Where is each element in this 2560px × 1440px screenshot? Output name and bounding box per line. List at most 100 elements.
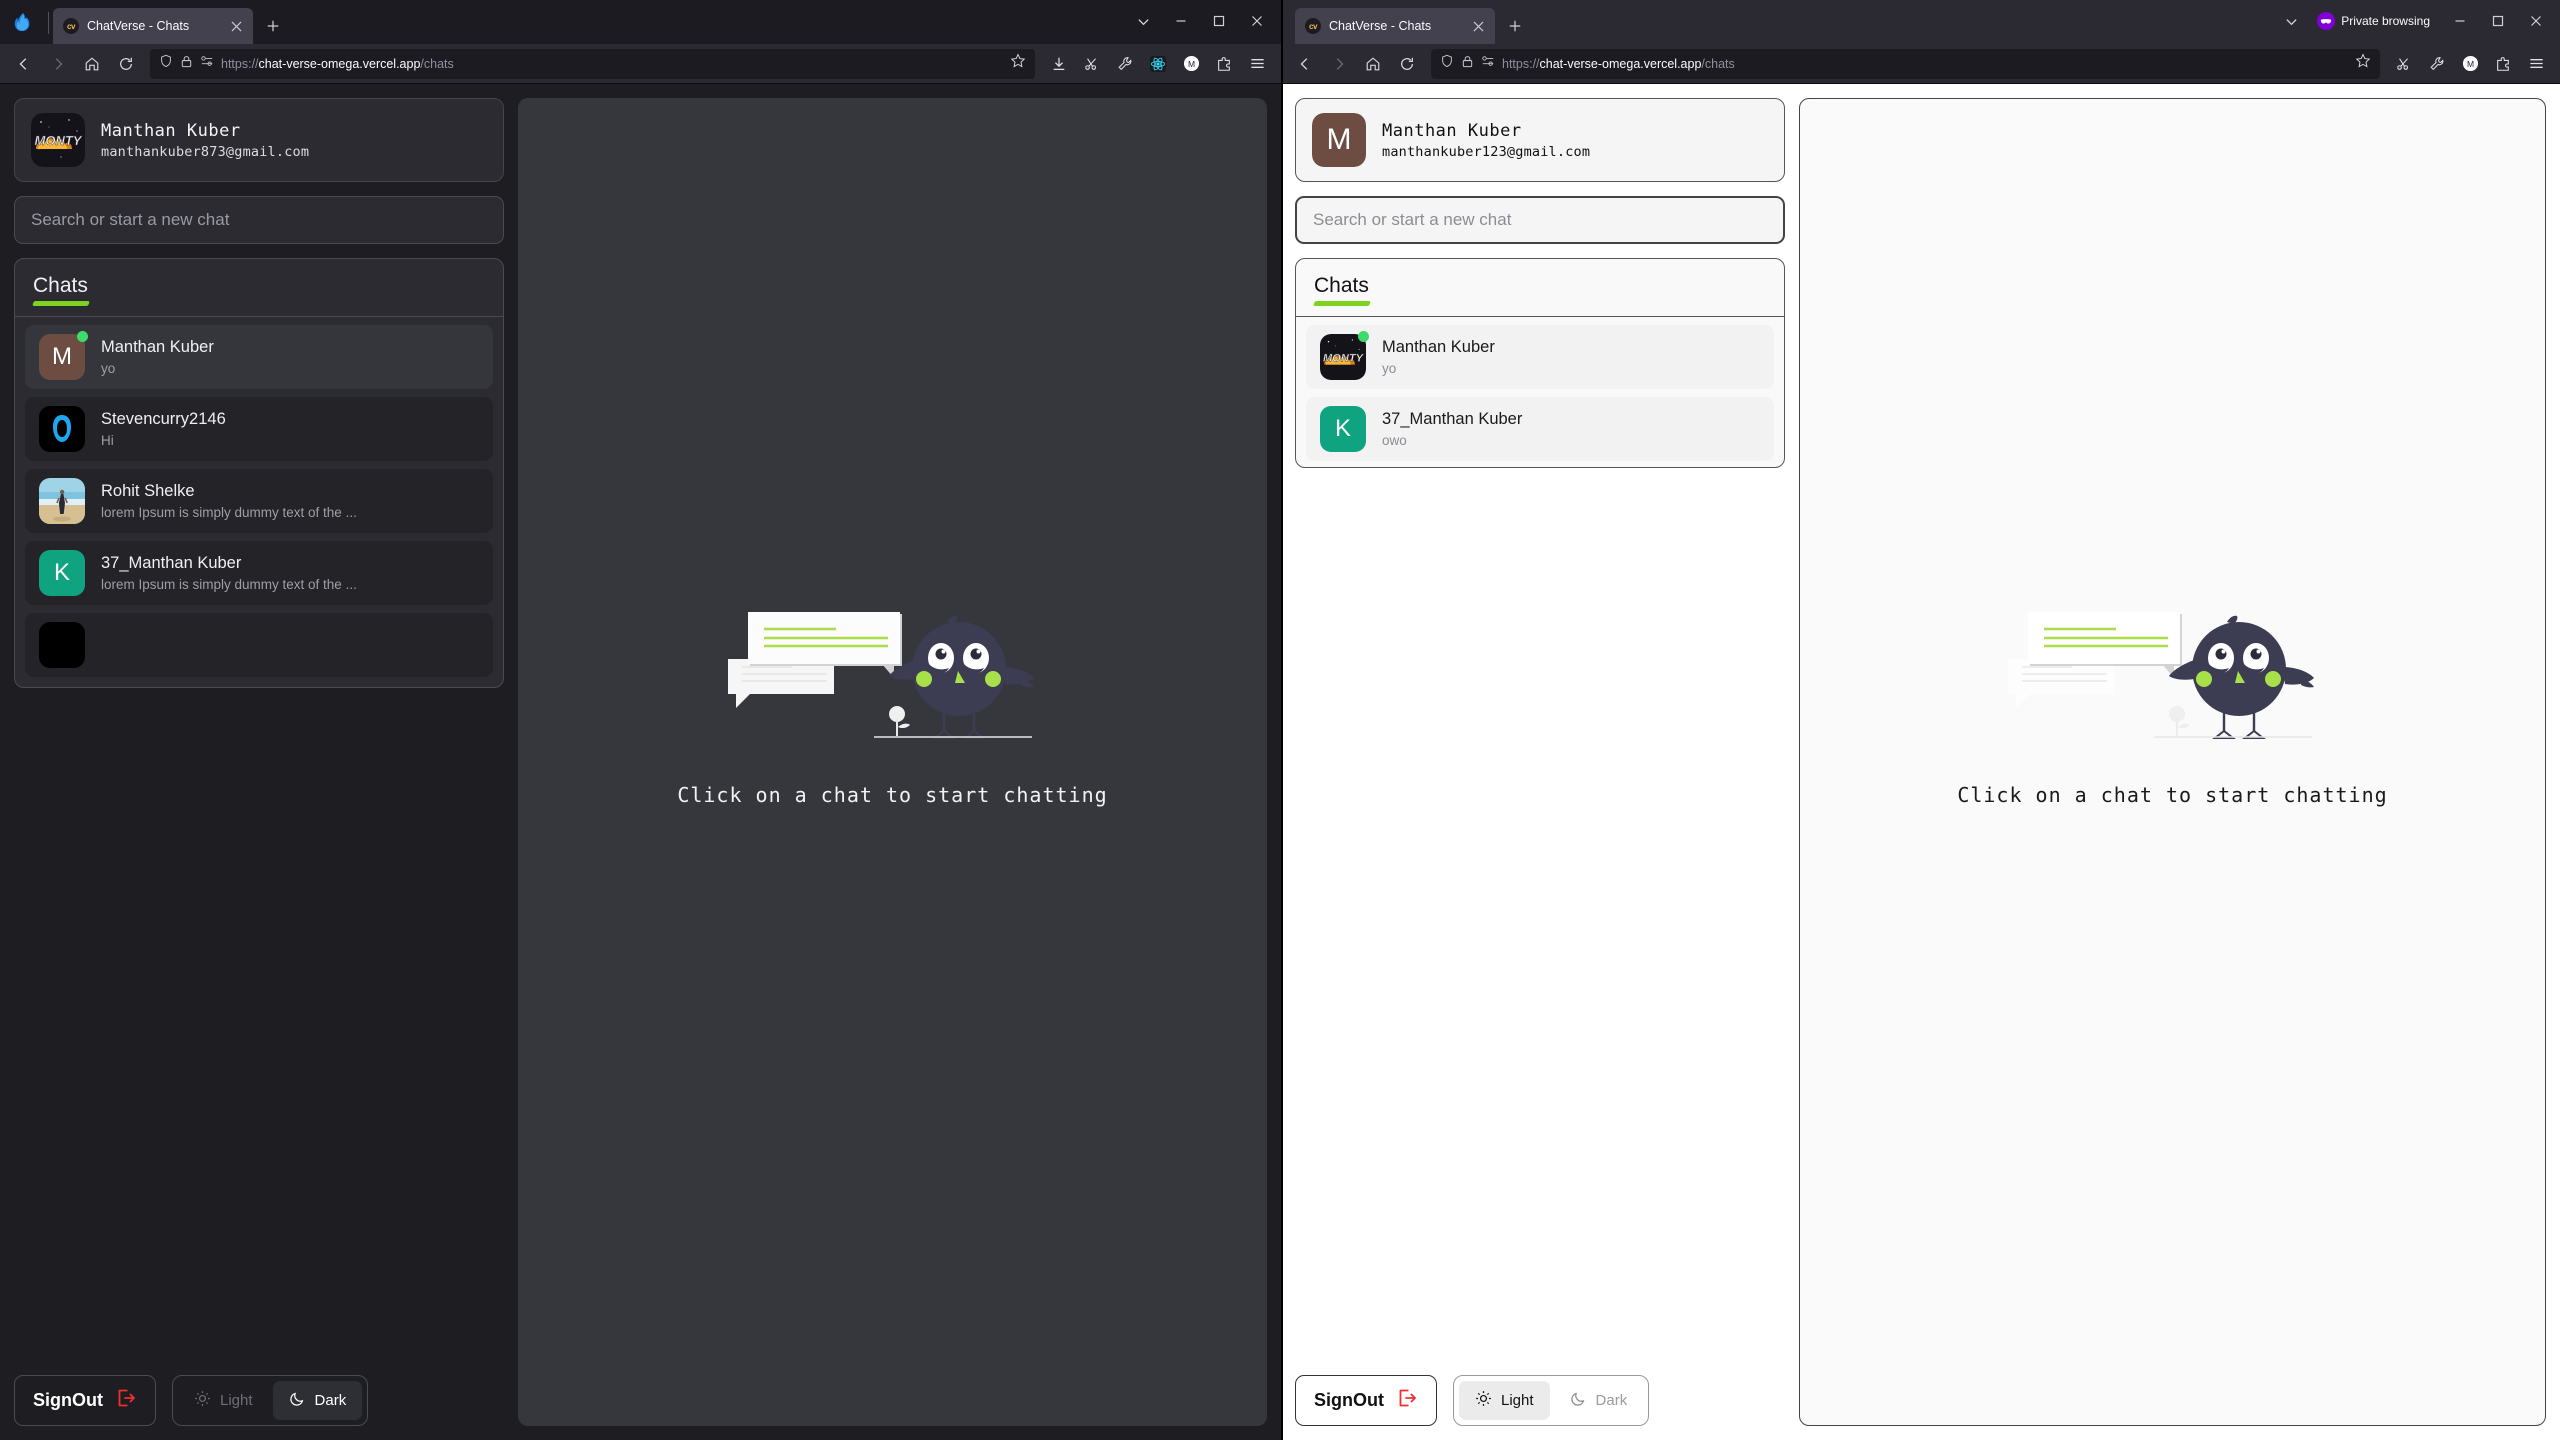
wrench-icon[interactable] — [2421, 48, 2453, 80]
chats-header: Chats — [15, 259, 503, 317]
signout-button[interactable]: SignOut — [14, 1375, 156, 1426]
reload-button-icon[interactable] — [1391, 48, 1423, 80]
theme-toggle: Light Dark — [1453, 1375, 1650, 1426]
back-button-icon[interactable] — [8, 48, 40, 80]
new-tab-button[interactable] — [1501, 12, 1529, 40]
profile-name: Manthan Kuber — [101, 120, 241, 141]
avatar — [39, 622, 85, 668]
chat-list-item[interactable]: K 37_Manthan Kuber owo — [1306, 397, 1774, 461]
maximize-button[interactable] — [1201, 6, 1237, 36]
avatar: M — [39, 331, 88, 380]
minimize-button[interactable] — [1163, 6, 1199, 36]
chatverse-app-light: M Manthan Kuber manthankuber123@gmail.co… — [1281, 84, 2560, 1440]
tab-list-chevron-down-icon[interactable] — [2273, 6, 2309, 36]
avatar: M — [1312, 113, 1366, 167]
chat-list-item[interactable]: K 37_Manthan Kuber lorem Ipsum is simply… — [25, 541, 493, 605]
chat-preview: yo — [101, 361, 116, 376]
empty-state-text: Click on a chat to start chatting — [1957, 783, 2388, 807]
tab-strip-right: cv ChatVerse - Chats Private browsing — [1281, 0, 2560, 44]
avatar — [39, 406, 85, 452]
search-input[interactable]: Search or start a new chat — [14, 196, 504, 244]
sidebar-left: MONTY Manthan Kuber manthankuber873@gmai… — [14, 98, 504, 1426]
lock-icon[interactable] — [180, 55, 193, 73]
signout-button[interactable]: SignOut — [1295, 1375, 1437, 1426]
chat-preview: owo — [1382, 433, 1407, 448]
profile-card[interactable]: MONTY Manthan Kuber manthankuber873@gmai… — [14, 98, 504, 182]
avatar — [39, 478, 85, 524]
logout-icon — [1396, 1387, 1418, 1414]
react-devtools-icon[interactable] — [1142, 48, 1174, 80]
minimize-button[interactable] — [2442, 6, 2478, 36]
avatar-initial: M — [1312, 113, 1366, 167]
permissions-icon[interactable] — [1481, 54, 1495, 73]
browser-window-right-private: cv ChatVerse - Chats Private browsing ht… — [1281, 0, 2560, 1440]
address-bar[interactable]: https://chat-verse-omega.vercel.app/chat… — [150, 48, 1035, 79]
lock-icon[interactable] — [1461, 55, 1474, 73]
maximize-button[interactable] — [2480, 6, 2516, 36]
chats-panel: Chats MONTY Manthan Kuber yo K 37_Mantha… — [1295, 258, 1785, 468]
search-input[interactable]: Search or start a new chat — [1295, 196, 1785, 244]
browser-window-left: cv ChatVerse - Chats https://chat-verse-… — [0, 0, 1281, 1440]
theme-option-light[interactable]: Light — [178, 1381, 269, 1420]
app-menu-icon[interactable] — [1241, 48, 1273, 80]
chat-list-item[interactable]: Stevencurry2146 Hi — [25, 397, 493, 461]
back-button-icon[interactable] — [1289, 48, 1321, 80]
chat-list-item[interactable]: M Manthan Kuber yo — [25, 325, 493, 389]
avatar-image — [39, 622, 85, 668]
chat-list-item[interactable] — [25, 613, 493, 677]
chat-list-item[interactable]: Rohit Shelke lorem Ipsum is simply dummy… — [25, 469, 493, 533]
browser-tab[interactable]: cv ChatVerse - Chats — [53, 8, 253, 44]
avatar-initial: M — [39, 334, 85, 380]
chats-title: Chats — [33, 274, 88, 306]
theme-option-light[interactable]: Light — [1459, 1381, 1550, 1420]
account-avatar-icon[interactable]: M — [2454, 48, 2486, 80]
chat-list[interactable]: MONTY Manthan Kuber yo K 37_Manthan Kube… — [1296, 317, 1784, 467]
new-tab-button[interactable] — [259, 12, 287, 40]
extension-icon[interactable] — [1208, 48, 1240, 80]
theme-option-light-label: Light — [220, 1392, 253, 1409]
profile-card[interactable]: M Manthan Kuber manthankuber123@gmail.co… — [1295, 98, 1785, 182]
tab-close-icon[interactable] — [1469, 17, 1487, 35]
downloads-icon[interactable] — [1043, 48, 1075, 80]
bookmark-star-icon[interactable] — [2355, 53, 2371, 74]
account-avatar-icon[interactable]: M — [1175, 48, 1207, 80]
home-button-icon[interactable] — [76, 48, 108, 80]
reload-button-icon[interactable] — [110, 48, 142, 80]
theme-option-dark[interactable]: Dark — [1554, 1381, 1644, 1420]
shield-icon[interactable] — [1440, 54, 1454, 73]
theme-option-dark[interactable]: Dark — [272, 1381, 363, 1420]
chat-list-item[interactable]: MONTY Manthan Kuber yo — [1306, 325, 1774, 389]
forward-button-icon[interactable] — [42, 48, 74, 80]
theme-option-dark-label: Dark — [314, 1392, 347, 1409]
svg-text:M: M — [1187, 59, 1194, 69]
close-window-button[interactable] — [1239, 6, 1275, 36]
avatar-image: MONTY — [1320, 334, 1366, 380]
wrench-icon[interactable] — [1109, 48, 1141, 80]
profile-email: manthankuber873@gmail.com — [101, 143, 310, 160]
private-mask-icon — [2317, 12, 2336, 30]
chat-preview: yo — [1382, 361, 1397, 376]
search-placeholder: Search or start a new chat — [1313, 210, 1512, 229]
app-menu-icon[interactable] — [2520, 48, 2552, 80]
address-bar[interactable]: https://chat-verse-omega.vercel.app/chat… — [1431, 48, 2380, 79]
sidebar-footer: SignOut Light Dark — [14, 1363, 504, 1426]
tab-close-icon[interactable] — [227, 17, 245, 35]
shield-icon[interactable] — [159, 54, 173, 73]
theme-option-light-label: Light — [1501, 1392, 1534, 1409]
extension-icon[interactable] — [2487, 48, 2519, 80]
forward-button-icon[interactable] — [1323, 48, 1355, 80]
navigation-toolbar-right: https://chat-verse-omega.vercel.app/chat… — [1281, 44, 2560, 84]
chats-title: Chats — [1314, 274, 1369, 306]
empty-chat-panel: Click on a chat to start chatting — [518, 98, 1267, 1426]
tab-list-chevron-down-icon[interactable] — [1125, 6, 1161, 36]
permissions-icon[interactable] — [200, 54, 214, 73]
screenshot-icon[interactable] — [2388, 48, 2420, 80]
home-button-icon[interactable] — [1357, 48, 1389, 80]
bookmark-star-icon[interactable] — [1010, 53, 1026, 74]
close-window-button[interactable] — [2518, 6, 2554, 36]
chat-list[interactable]: M Manthan Kuber yo Stevencurry2146 Hi Ro… — [15, 317, 503, 687]
tab-favicon-icon: cv — [1305, 18, 1321, 34]
screenshot-icon[interactable] — [1076, 48, 1108, 80]
private-browsing-label: Private browsing — [2341, 14, 2430, 28]
browser-tab[interactable]: cv ChatVerse - Chats — [1295, 8, 1495, 44]
